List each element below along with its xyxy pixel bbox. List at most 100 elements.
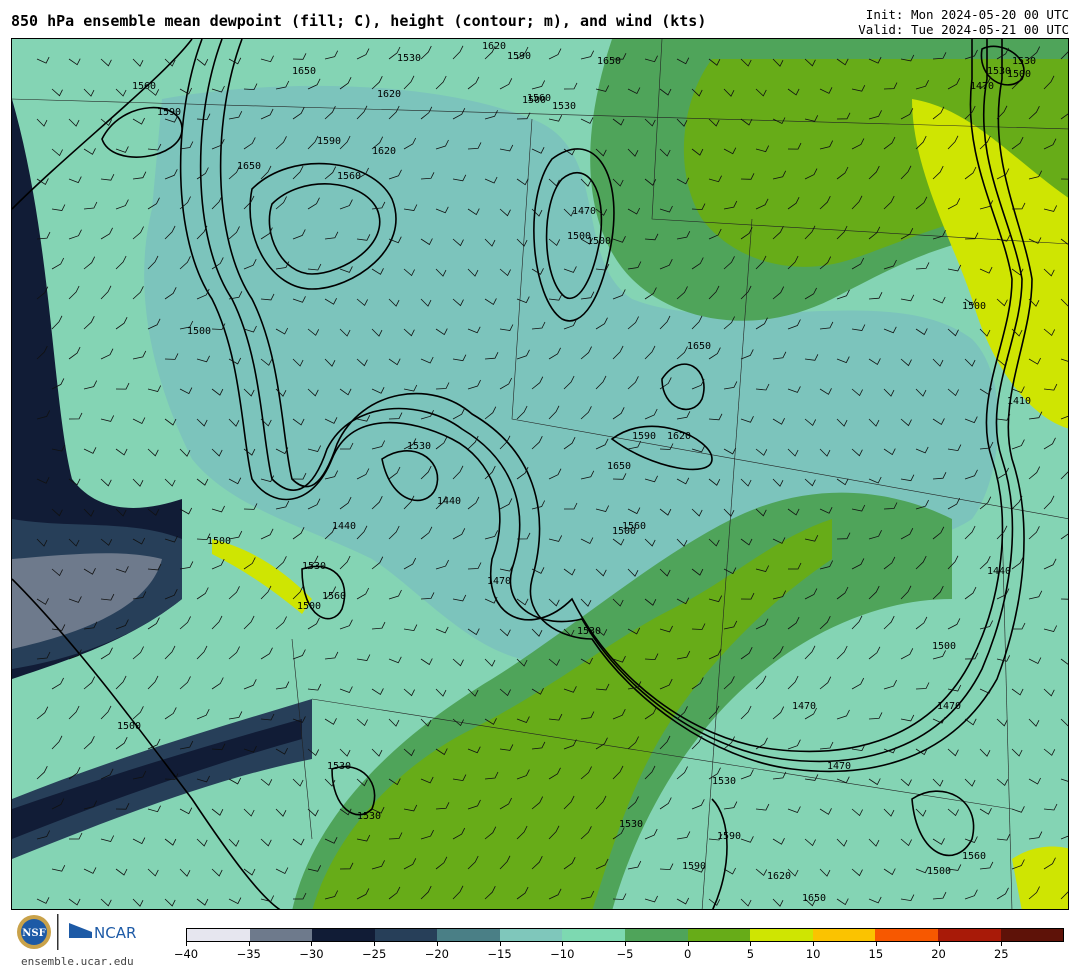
colorbar-tick-label: −35 xyxy=(236,947,261,961)
colorbar-swatch xyxy=(499,929,563,941)
contour-label: 1590 xyxy=(632,431,656,442)
ncar-logo-text: NCAR xyxy=(94,924,136,942)
contour-label: 1560 xyxy=(322,591,346,602)
site-url: ensemble.ucar.edu xyxy=(21,955,134,968)
colorbar-swatch xyxy=(312,929,375,941)
colorbar-tick-label: 15 xyxy=(868,947,884,961)
contour-label: 1650 xyxy=(687,341,711,352)
colorbar-tick xyxy=(186,942,187,946)
contour-label: 1620 xyxy=(667,431,691,442)
colorbar-tick-label: 10 xyxy=(805,947,821,961)
dewpoint-map: 1560 1590 1650 1620 1530 1590 1560 1650 1620 1530… xyxy=(11,38,1069,910)
colorbar-tick-label: −30 xyxy=(299,947,324,961)
contour-label: 1620 xyxy=(372,146,396,157)
nsf-logo-text: NSF xyxy=(22,928,45,939)
contour-label: 1530 xyxy=(327,761,351,772)
contour-label: 1530 xyxy=(712,776,736,787)
contour-label: 1470 xyxy=(487,576,511,587)
colorbar xyxy=(186,928,1064,942)
contour-label: 1530 xyxy=(357,811,381,822)
contour-label: 1500 xyxy=(522,95,546,106)
contour-label: 1530 xyxy=(1012,56,1036,67)
contour-label: 1440 xyxy=(332,521,356,532)
colorbar-tick-label: 0 xyxy=(684,947,692,961)
contour-label: 1620 xyxy=(377,89,401,100)
contour-label: 1650 xyxy=(607,461,631,472)
contour-label: 1500 xyxy=(612,526,636,537)
ncar-logo: NCAR xyxy=(69,923,136,942)
contour-label: 1440 xyxy=(987,566,1011,577)
colorbar-swatch xyxy=(750,929,813,941)
nsf-logo: NSF xyxy=(17,915,51,949)
valid-time: Valid: Tue 2024-05-21 00 UTC xyxy=(858,22,1069,37)
contour-label: 1500 xyxy=(962,301,986,312)
colorbar-tick xyxy=(1001,942,1003,946)
colorbar-tick xyxy=(813,942,815,946)
colorbar-tick xyxy=(938,942,940,946)
contour-label: 1470 xyxy=(792,701,816,712)
contour-label: 1530 xyxy=(552,101,576,112)
colorbar-tick xyxy=(374,942,376,946)
colorbar-swatch xyxy=(437,929,500,941)
contour-label: 1470 xyxy=(827,761,851,772)
colorbar-tick-label: 5 xyxy=(746,947,755,961)
colorbar-swatch xyxy=(187,929,250,941)
contour-label: 1500 xyxy=(927,866,951,877)
contour-label: 1470 xyxy=(937,701,961,712)
colorbar-tick xyxy=(750,942,752,946)
contour-label: 1560 xyxy=(337,171,361,182)
contour-label: 1590 xyxy=(157,107,181,118)
colorbar-tick xyxy=(311,942,313,946)
colorbar-tick-label: 25 xyxy=(993,947,1009,961)
contour-label: 1470 xyxy=(572,206,596,217)
map-canvas: 1560 1590 1650 1620 1530 1590 1560 1650 1620 1530… xyxy=(12,39,1068,909)
colorbar-tick-label: −15 xyxy=(487,947,512,961)
colorbar-tick-label: 20 xyxy=(931,947,946,961)
colorbar-tick-label: −40 xyxy=(173,947,199,961)
contour-label: 1560 xyxy=(132,81,156,92)
colorbar-tick xyxy=(875,942,877,946)
contour-label: 1500 xyxy=(117,721,141,732)
contour-label: 1500 xyxy=(587,236,611,247)
colorbar-tick-label: −10 xyxy=(550,947,575,961)
colorbar-swatch xyxy=(812,929,876,941)
colorbar-swatch xyxy=(875,929,938,941)
contour-label: 1530 xyxy=(302,561,326,572)
map-title: 850 hPa ensemble mean dewpoint (fill; C)… xyxy=(11,12,707,30)
colorbar-swatch xyxy=(562,929,626,941)
colorbar-tick xyxy=(562,942,564,946)
colorbar-swatch xyxy=(249,929,313,941)
contour-label: 1590 xyxy=(507,51,531,62)
contour-label: 1650 xyxy=(237,161,261,172)
colorbar-swatch xyxy=(687,929,751,941)
colorbar-tick-label: −20 xyxy=(424,947,449,961)
time-info: Init: Mon 2024-05-20 00 UTC Valid: Tue 2… xyxy=(858,7,1069,37)
colorbar-tick xyxy=(625,942,626,946)
colorbar-swatch xyxy=(937,929,1001,941)
ncar-logo-mark xyxy=(69,923,92,938)
contour-label: 1590 xyxy=(682,861,706,872)
contour-label: 1410 xyxy=(1007,396,1031,407)
logo-divider xyxy=(57,914,59,950)
contour-label: 1590 xyxy=(317,136,341,147)
contour-label: 1500 xyxy=(1007,69,1031,80)
contour-label: 1440 xyxy=(437,496,461,507)
contour-label: 1560 xyxy=(962,851,986,862)
colorbar-tick-label: −5 xyxy=(616,947,634,961)
contour-label: 1500 xyxy=(207,536,231,547)
contour-label: 1500 xyxy=(932,641,956,652)
contour-label: 1650 xyxy=(292,66,316,77)
contour-label: 1530 xyxy=(397,53,421,64)
contour-label: 1650 xyxy=(802,893,826,904)
colorbar-ticks: −40 −35 −30 −25 −20 −15 −10 −5 0 5 10 15 20 25 xyxy=(174,942,1064,972)
init-time: Init: Mon 2024-05-20 00 UTC xyxy=(865,7,1069,22)
colorbar-tick xyxy=(248,942,250,946)
contour-label: 1470 xyxy=(970,81,994,92)
contour-label: 1530 xyxy=(407,441,431,452)
dewpoint-fill-yellow-se xyxy=(1012,846,1068,909)
contour-label: 1500 xyxy=(187,326,211,337)
colorbar-tick xyxy=(499,942,501,946)
contour-label: 1590 xyxy=(717,831,741,842)
colorbar-tick-label: −25 xyxy=(362,947,387,961)
colorbar-swatch xyxy=(1000,929,1064,941)
